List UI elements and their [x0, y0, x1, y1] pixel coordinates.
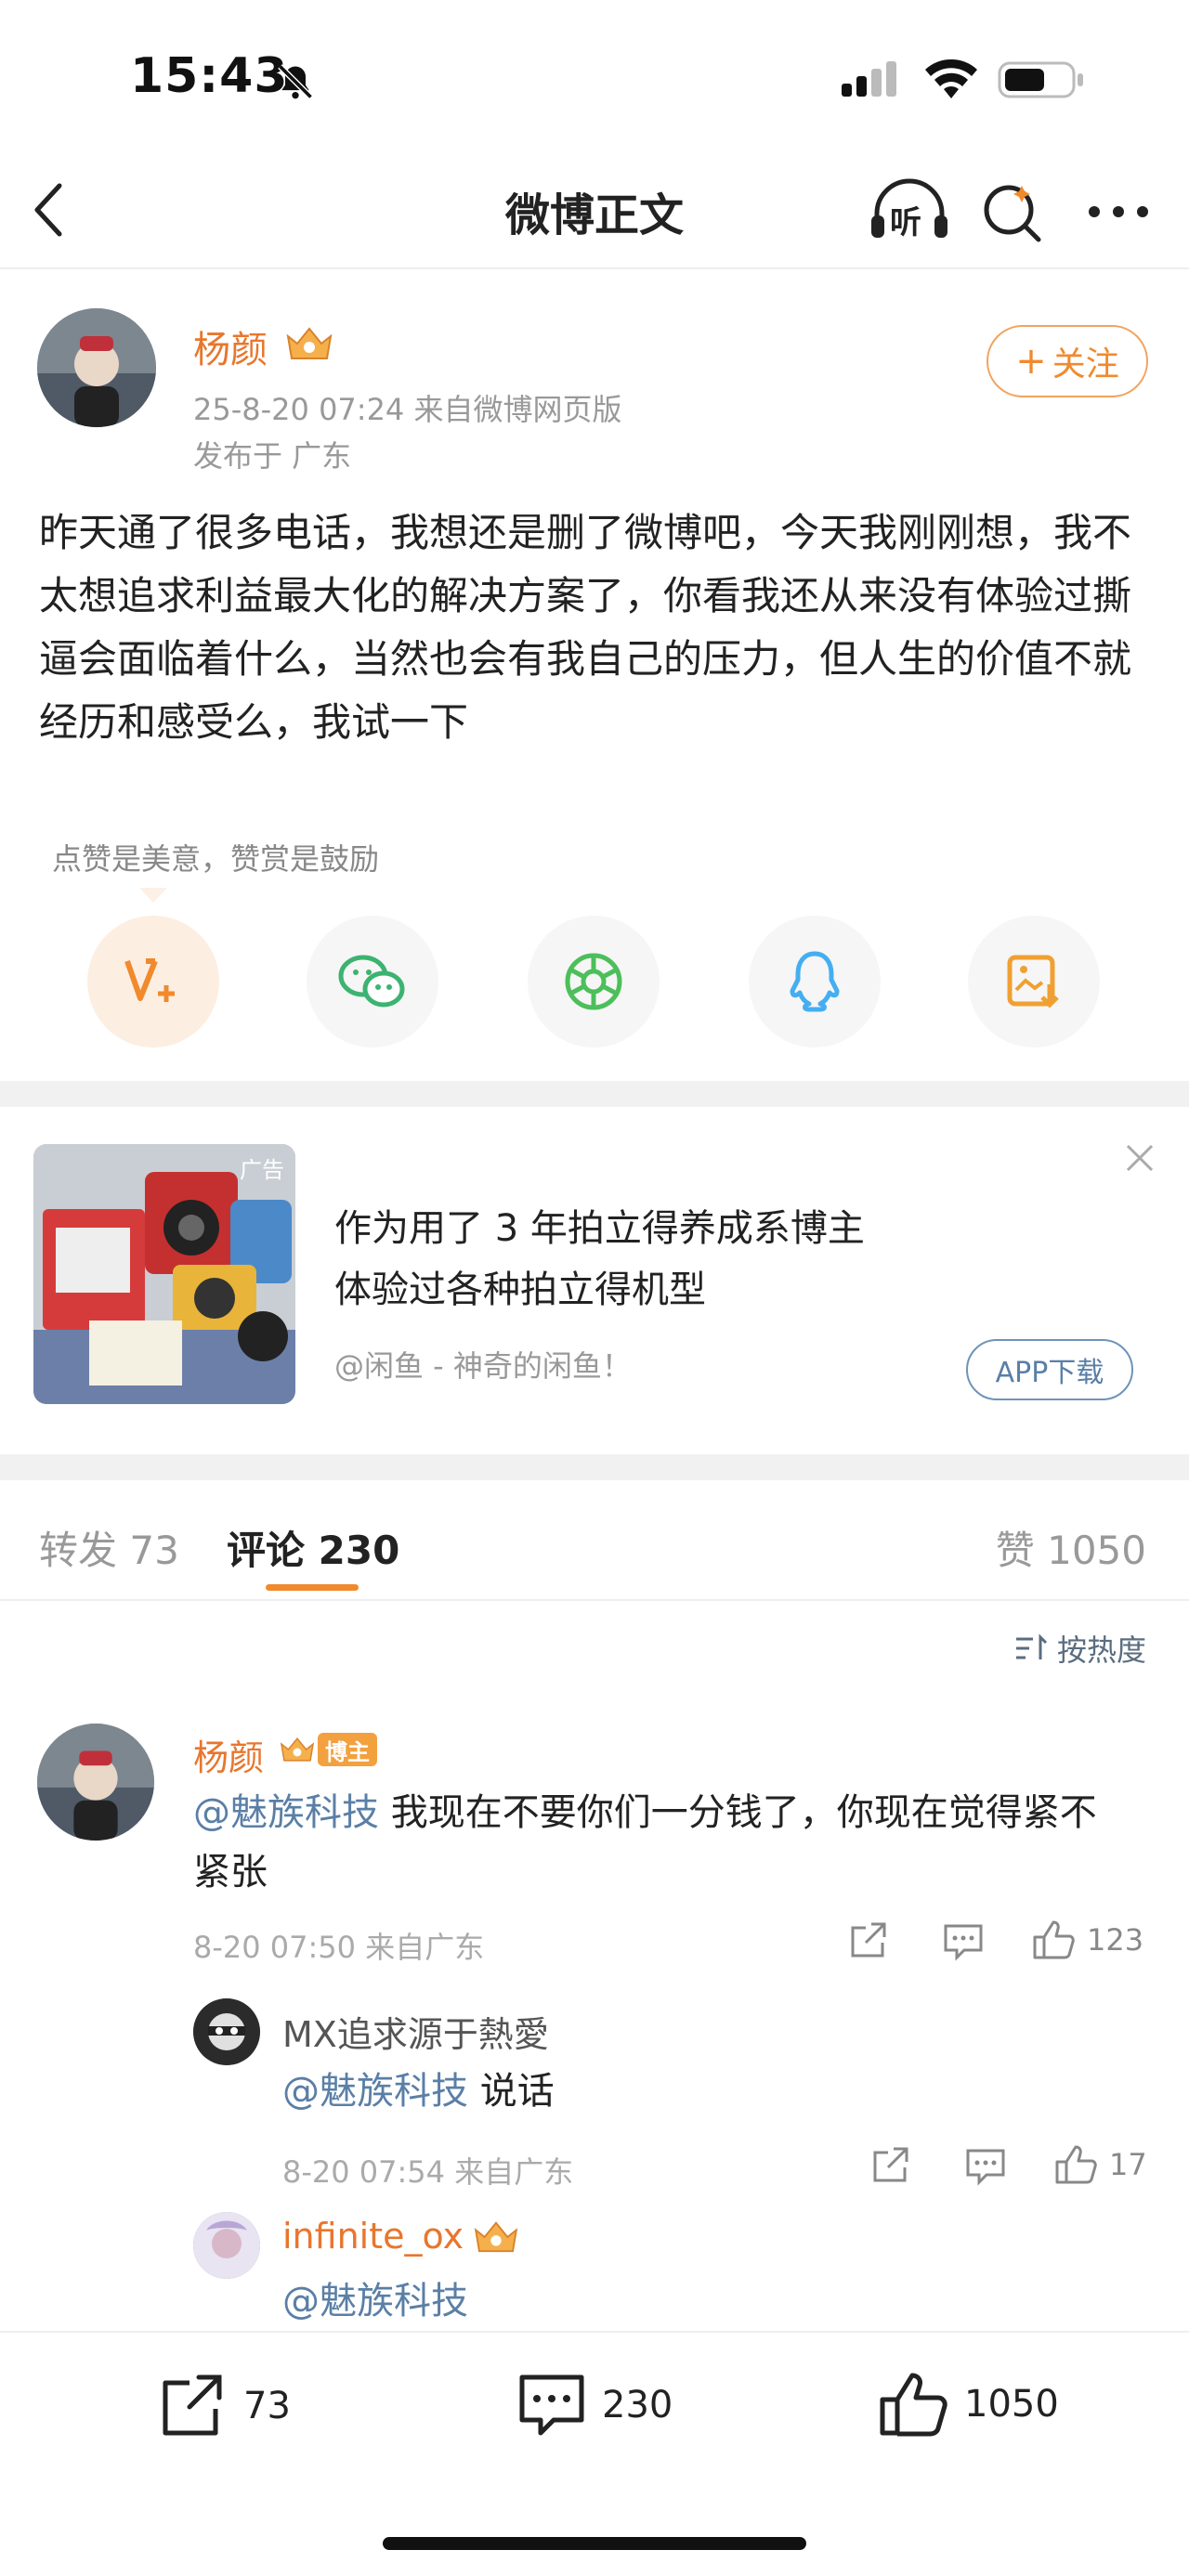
thumbs-up-icon [880, 2373, 947, 2437]
ad-headline-2: 体验过各种拍立得机型 [334, 1268, 706, 1311]
reply-avatar[interactable] [193, 1998, 260, 2065]
reply-meta: 8-20 07:54 来自广东 [282, 2154, 574, 2190]
tab-comments-label: 评论 [227, 1528, 306, 1573]
plus-icon: + [1015, 340, 1047, 383]
bottom-like-count: 1050 [964, 2383, 1059, 2426]
qq-penguin-icon [790, 951, 840, 1012]
active-tab-indicator [266, 1584, 359, 1591]
post-author-name[interactable]: 杨颜 [193, 319, 268, 373]
status-time: 15:43 [130, 48, 289, 104]
reward-v-icon [124, 958, 175, 1002]
share-qq-button[interactable] [749, 916, 881, 1047]
ad-source: @闲鱼 - 神奇的闲鱼！ [334, 1348, 632, 1384]
search-icon[interactable] [981, 180, 1046, 245]
nav-divider [0, 267, 1189, 269]
repost-icon[interactable] [869, 2145, 910, 2186]
close-ad-icon[interactable] [1124, 1142, 1156, 1174]
more-icon[interactable] [1087, 202, 1150, 221]
follow-button[interactable]: + 关注 [986, 325, 1148, 397]
reply-text: @魅族科技 说话 [282, 2062, 1118, 2121]
reply-body: 说话 [468, 2070, 555, 2113]
reply-author[interactable]: MX追求源于熱愛 [282, 2006, 549, 2057]
thumbs-up-icon [1033, 1920, 1075, 1959]
vip-crown-icon [284, 325, 334, 362]
home-indicator [383, 2537, 806, 2550]
bottom-like-button[interactable]: 1050 [877, 2370, 1059, 2439]
mention-link[interactable]: @魅族科技 [282, 2280, 468, 2322]
comment-icon [519, 2374, 584, 2436]
wechat-icon [338, 955, 405, 1008]
reply-avatar-2[interactable] [193, 2212, 260, 2279]
signal-icon [840, 59, 901, 100]
mention-link[interactable]: @魅族科技 [282, 2070, 468, 2113]
follow-label: 关注 [1052, 345, 1119, 384]
reply-icon[interactable] [942, 1922, 985, 1961]
save-image-button[interactable] [968, 916, 1100, 1047]
silent-bell-icon [275, 61, 316, 102]
comment-text: @魅族科技 我现在不要你们一分钱了，你现在觉得紧不紧张 [193, 1783, 1122, 1902]
reward-button[interactable] [87, 916, 219, 1047]
battery-icon [998, 59, 1087, 100]
listen-icon[interactable]: 听 [869, 176, 949, 243]
reply-icon[interactable] [964, 2147, 1007, 2186]
comment-like-count: 123 [1087, 1922, 1144, 1958]
reply-author-2[interactable]: infinite_ox [282, 2216, 464, 2257]
comment-author[interactable]: 杨颜 [193, 1729, 264, 1780]
reply-text-2: @魅族科技 [282, 2271, 468, 2331]
comment-avatar[interactable] [37, 1724, 154, 1841]
ad-tag: 广告 [240, 1157, 284, 1183]
tab-comments-count: 230 [318, 1528, 400, 1573]
comment-like-button[interactable]: 123 [1031, 1919, 1143, 1961]
app-download-button[interactable]: APP下载 [966, 1339, 1133, 1400]
author-avatar[interactable] [37, 308, 156, 427]
tip-arrow [139, 888, 167, 903]
listen-label: 听 [890, 204, 921, 241]
repost-icon [163, 2374, 222, 2436]
section-separator-2 [0, 1454, 1189, 1480]
bottom-repost-count: 73 [243, 2385, 291, 2427]
boss-badge: 博主 [318, 1733, 377, 1766]
bottom-comment-count: 230 [602, 2384, 673, 2426]
comment-meta: 8-20 07:50 来自广东 [193, 1930, 485, 1965]
save-image-icon [1007, 955, 1059, 1008]
sort-label: 按热度 [1056, 1633, 1146, 1668]
tab-repost[interactable]: 转发 73 [39, 1519, 179, 1576]
ad-headline-1: 作为用了 3 年拍立得养成系博主 [334, 1207, 865, 1250]
post-text: 昨天通了很多电话，我想还是删了微博吧，今天我刚刚想，我不太想追求利益最大化的解决… [39, 510, 1132, 745]
tab-comments[interactable]: 评论 230 [227, 1519, 399, 1576]
moments-aperture-icon [565, 953, 622, 1010]
tabs-divider [0, 1599, 1189, 1601]
share-wechat-button[interactable] [307, 916, 438, 1047]
vip-crown-icon [472, 2219, 520, 2255]
reply-like-count: 17 [1109, 2147, 1147, 2182]
reply-like-button[interactable]: 17 [1053, 2143, 1147, 2186]
reward-tip: 点赞是美意，赞赏是鼓励 [52, 841, 380, 877]
repost-icon[interactable] [847, 1920, 888, 1961]
sort-icon [1015, 1633, 1048, 1659]
post-location: 发布于 广东 [193, 438, 352, 474]
mention-link[interactable]: @魅族科技 [193, 1791, 379, 1834]
thumbs-up-icon [1055, 2145, 1097, 2184]
wifi-icon [923, 58, 979, 100]
section-separator [0, 1081, 1189, 1107]
author-badge: 博主 [279, 1733, 377, 1766]
tab-likes[interactable]: 赞 1050 [996, 1519, 1146, 1576]
ad-image[interactable]: 广告 [33, 1144, 295, 1404]
vip-crown-icon [280, 1737, 315, 1762]
share-moments-button[interactable] [528, 916, 660, 1047]
post-time-source: 25-8-20 07:24 来自微博网页版 [193, 392, 622, 427]
sort-toggle[interactable]: 按热度 [1014, 1627, 1146, 1670]
bottom-repost-button[interactable]: 73 [158, 2372, 291, 2440]
bottom-comment-button[interactable]: 230 [516, 2372, 673, 2439]
